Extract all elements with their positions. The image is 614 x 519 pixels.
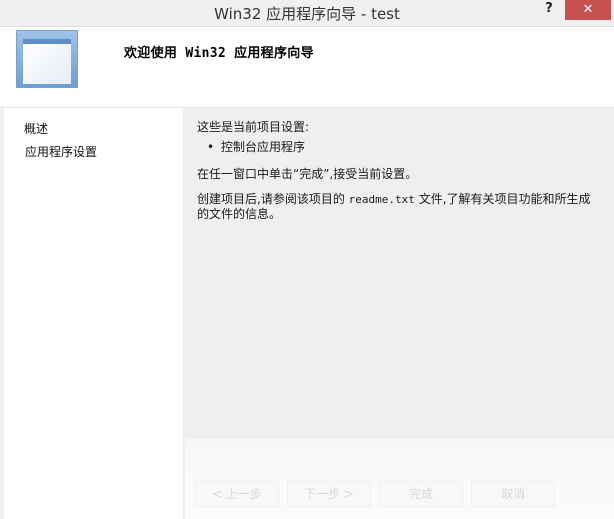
readme-instruction: 创建项目后,请参阅该项目的 readme.txt 文件,了解有关项目功能和所生成…: [197, 192, 602, 222]
readme-text-before: 创建项目后,请参阅该项目的: [197, 192, 349, 206]
button-bar: < 上一步 下一步 > 完成 取消: [185, 439, 614, 519]
content-panel: 这些是当前项目设置: • 控制台应用程序 在任一窗口中单击“完成”,接受当前设置。…: [185, 108, 614, 439]
application-window-icon: [16, 30, 78, 88]
finish-button[interactable]: 完成: [379, 481, 463, 507]
sidebar-item-overview[interactable]: 概述: [24, 120, 48, 137]
next-button[interactable]: 下一步 >: [287, 481, 371, 507]
close-button[interactable]: ✕: [565, 0, 611, 20]
bullet-icon: •: [207, 140, 215, 154]
cancel-button[interactable]: 取消: [471, 481, 555, 507]
title-bar: Win32 应用程序向导 - test ? ✕: [0, 0, 614, 27]
help-button[interactable]: ?: [536, 0, 562, 20]
readme-filename: readme.txt: [348, 193, 415, 206]
previous-button[interactable]: < 上一步: [195, 481, 279, 507]
sidebar-item-application-settings[interactable]: 应用程序设置: [25, 143, 97, 160]
console-app-setting: 控制台应用程序: [221, 140, 306, 154]
window-frame-graphic: [23, 39, 71, 84]
window-title: Win32 应用程序向导 - test: [214, 5, 400, 23]
wizard-sidebar: 概述 应用程序设置: [4, 108, 183, 519]
wizard-header: 欢迎使用 Win32 应用程序向导: [0, 27, 614, 108]
settings-intro: 这些是当前项目设置:: [197, 120, 310, 134]
finish-instruction: 在任一窗口中单击“完成”,接受当前设置。: [197, 167, 418, 181]
header-title: 欢迎使用 Win32 应用程序向导: [124, 46, 314, 61]
settings-list-item: • 控制台应用程序: [207, 138, 305, 155]
wizard-window: Win32 应用程序向导 - test ? ✕ 欢迎使用 Win32 应用程序向…: [0, 0, 614, 519]
